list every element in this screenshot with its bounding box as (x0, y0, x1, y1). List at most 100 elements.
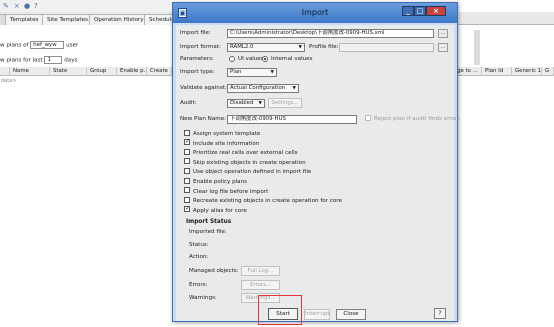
filter-days-row: w plans for last 1 days (0, 56, 77, 65)
import-format-label: Import format: (180, 44, 221, 50)
background-toolbar: ✎ × ● ? (0, 0, 170, 12)
option-checkbox-label: Skip existing objects in create operatio… (193, 159, 306, 166)
audit-select[interactable]: Disabled ▼ (227, 99, 265, 108)
option-checkbox[interactable] (184, 158, 190, 165)
import-format-value: RAML2.0 (230, 44, 254, 50)
import-file-browse-button[interactable]: ... (438, 29, 448, 38)
no-data-label: data> (1, 78, 17, 84)
option-checkbox-row[interactable]: Clear log file before import (184, 187, 269, 196)
user-icon[interactable]: ● (24, 2, 32, 10)
profile-file-browse-button[interactable]: ... (438, 43, 448, 52)
option-checkbox-label: Recreate existing objects in create oper… (193, 198, 342, 205)
col-state[interactable]: State (50, 67, 87, 76)
option-checkbox-label: Prioritize real cells over external cell… (193, 150, 298, 157)
edit-icon[interactable]: ✎ (3, 2, 11, 10)
col-enable[interactable]: Enable p... (117, 67, 147, 76)
ui-values-label: UI values (238, 56, 264, 62)
option-checkbox[interactable] (184, 129, 190, 136)
ui-values-radio[interactable] (229, 56, 235, 62)
chevron-down-icon: ▼ (298, 45, 302, 50)
option-checkbox-row[interactable]: Skip existing objects in create operatio… (184, 158, 306, 167)
interrupt-button[interactable]: Interrupt (304, 309, 330, 320)
col-plan-id[interactable]: Plan Id (482, 67, 512, 76)
option-checkbox-row[interactable]: Use object operation defined in import f… (184, 167, 311, 176)
filter-user-input[interactable]: hef_wyw (30, 41, 65, 49)
option-checkbox-label: Enable policy plans (193, 179, 248, 185)
option-checkbox-row[interactable]: Enable policy plans (184, 177, 248, 186)
option-checkbox[interactable] (184, 206, 190, 213)
maximize-icon[interactable]: □ (414, 6, 426, 16)
audit-label: Audit: (180, 100, 197, 106)
tab-site-templates[interactable]: Site Templates (42, 14, 93, 25)
option-checkbox[interactable] (184, 139, 190, 146)
import-format-select[interactable]: RAML2.0 ▼ (227, 43, 305, 52)
profile-file-field[interactable] (339, 43, 434, 52)
option-checkbox[interactable] (184, 148, 190, 155)
tab-operation-history[interactable]: Operation History (89, 14, 149, 25)
filter-user-row: w plans of hef_wyw user (0, 41, 78, 50)
filter-user-suffix: user (66, 42, 79, 49)
profile-file-label: Profile file: (309, 44, 339, 50)
option-checkbox-label: Apply alias for core (193, 207, 247, 214)
filter-days-suffix: days (64, 57, 78, 64)
settings-button[interactable]: Settings... (268, 98, 302, 108)
col-group[interactable]: Group (87, 67, 117, 76)
option-checkbox[interactable] (184, 167, 190, 174)
reject-plan-checkbox-row[interactable]: Reject plan if audit finds errors (365, 114, 461, 123)
import-type-value: Plan (230, 69, 242, 75)
reject-plan-label: Reject plan if audit finds errors (374, 116, 461, 122)
new-plan-name-field[interactable]: 下调角度改-0909-HUS (227, 115, 357, 124)
col-create[interactable]: Create (147, 67, 172, 76)
dialog-titlebar[interactable]: ▣ Import _ □ × (173, 3, 457, 23)
action-label: Action: (189, 254, 209, 260)
option-checkbox-label: Assign system template (193, 131, 261, 137)
audit-value: Disabled (230, 100, 254, 106)
col-select[interactable] (0, 67, 10, 76)
errors-label: Errors: (189, 282, 208, 288)
validate-against-select[interactable]: Actual Configuration ▼ (227, 84, 299, 93)
close-icon[interactable]: × (426, 6, 446, 16)
background-scrollbar[interactable] (474, 30, 480, 65)
managed-objects-label: Managed objects: (189, 268, 239, 274)
help-icon[interactable]: ? (434, 308, 446, 319)
new-plan-name-label: New Plan Name: (180, 116, 227, 122)
col-name[interactable]: Name (10, 67, 50, 76)
option-checkbox-label: Clear log file before import (193, 188, 269, 195)
imported-file-label: Imported file: (189, 229, 227, 235)
chevron-down-icon: ▼ (292, 86, 296, 91)
col-g[interactable]: G (542, 67, 554, 76)
filter-days-input[interactable]: 1 (44, 56, 63, 64)
chevron-down-icon: ▼ (270, 70, 274, 75)
option-checkbox[interactable] (184, 196, 190, 203)
close-x-icon[interactable]: × (14, 2, 22, 10)
import-type-label: Import type: (180, 69, 215, 75)
option-checkbox-row[interactable]: Assign system template (184, 129, 261, 138)
filter-user-prefix: w plans of (0, 42, 29, 49)
tab-templates[interactable]: Templates (5, 14, 44, 25)
import-file-field[interactable]: C:\Users\Administrator\Desktop\下调角度改-090… (227, 29, 434, 38)
status-label: Status: (189, 242, 209, 248)
highlight-box (258, 295, 302, 325)
option-checkbox-row[interactable]: Apply alias for core (184, 206, 247, 215)
option-checkbox-row[interactable]: Recreate existing objects in create oper… (184, 196, 342, 205)
warnings-label: Warnings: (189, 295, 217, 301)
dialog-content: Import file: C:\Users\Administrator\Desk… (176, 25, 460, 325)
option-checkbox[interactable] (184, 187, 190, 194)
option-checkbox-label: Include site information (193, 140, 260, 147)
option-checkbox-row[interactable]: Include site information (184, 139, 260, 148)
internal-values-radio[interactable] (262, 56, 268, 62)
option-checkbox[interactable] (184, 177, 190, 184)
close-button[interactable]: Close (336, 309, 366, 320)
validate-against-value: Actual Configuration (230, 85, 286, 91)
errors-button[interactable]: Errors... (241, 280, 280, 290)
chevron-down-icon: ▼ (258, 101, 262, 106)
option-checkbox-row[interactable]: Prioritize real cells over external cell… (184, 148, 298, 157)
import-type-select[interactable]: Plan ▼ (227, 68, 277, 77)
minimize-icon[interactable]: _ (402, 6, 414, 16)
col-generic1[interactable]: Generic 1 (512, 67, 542, 76)
import-status-title: Import Status (186, 219, 232, 225)
full-log-button[interactable]: Full Log... (241, 266, 280, 276)
help-icon[interactable]: ? (34, 2, 42, 10)
reject-plan-checkbox[interactable] (365, 114, 371, 121)
internal-values-label: Internal values (271, 56, 313, 62)
